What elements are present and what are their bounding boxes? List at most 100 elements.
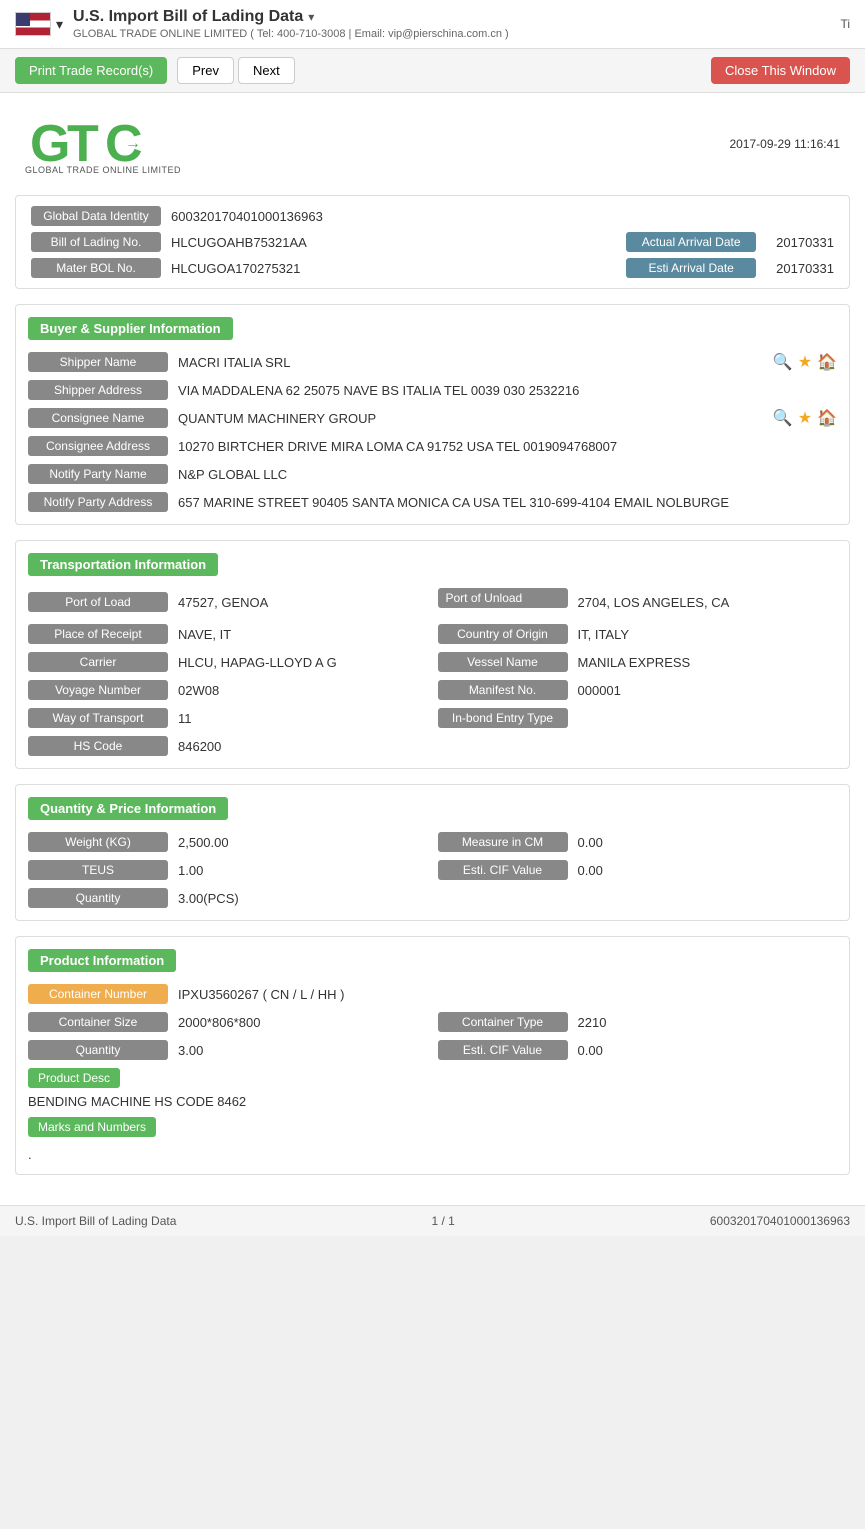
consignee-name-value: QUANTUM MACHINERY GROUP xyxy=(178,411,765,426)
bill-of-lading-row: Bill of Lading No. HLCUGOAHB75321AA Actu… xyxy=(31,232,834,252)
esti-cif-value-value: 0.00 xyxy=(578,863,838,878)
carrier-vessel-row: Carrier HLCU, HAPAG-LLOYD A G Vessel Nam… xyxy=(28,652,837,672)
marks-and-numbers-value: . xyxy=(28,1147,837,1162)
prev-button[interactable]: Prev xyxy=(177,57,234,84)
buyer-supplier-section: Buyer & Supplier Information Shipper Nam… xyxy=(15,304,850,525)
voyage-number-label: Voyage Number xyxy=(28,680,168,700)
port-of-unload-value: 2704, LOS ANGELES, CA xyxy=(578,595,838,610)
product-desc-button[interactable]: Product Desc xyxy=(28,1068,120,1088)
container-number-button[interactable]: Container Number xyxy=(28,984,168,1004)
shipper-name-row: Shipper Name MACRI ITALIA SRL 🔍 ★ 🏠 xyxy=(28,352,837,372)
title-caret-icon[interactable]: ▾ xyxy=(308,10,314,24)
product-desc-area: Product Desc xyxy=(28,1068,837,1094)
esti-cif-col: Esti. CIF Value 0.00 xyxy=(438,860,838,880)
quantity-value: 3.00(PCS) xyxy=(178,891,837,906)
header-subtitle: GLOBAL TRADE ONLINE LIMITED ( Tel: 400-7… xyxy=(73,28,840,40)
shipper-star-icon[interactable]: ★ xyxy=(798,352,812,372)
teus-label: TEUS xyxy=(28,860,168,880)
notify-party-name-value: N&P GLOBAL LLC xyxy=(178,467,837,482)
mater-bol-row: Mater BOL No. HLCUGOA170275321 Esti Arri… xyxy=(31,258,834,278)
shipper-address-value: VIA MADDALENA 62 25075 NAVE BS ITALIA TE… xyxy=(178,383,837,398)
next-button[interactable]: Next xyxy=(238,57,295,84)
global-data-identity-label: Global Data Identity xyxy=(31,206,161,226)
datetime-label: 2017-09-29 11:16:41 xyxy=(729,137,840,151)
container-type-col: Container Type 2210 xyxy=(438,1012,838,1032)
consignee-search-icon[interactable]: 🔍 xyxy=(773,408,793,428)
gto-logo: G T C → GLOBAL TRADE ONLINE LIMITED xyxy=(25,113,181,175)
actual-arrival-date-value: 20170331 xyxy=(776,235,834,250)
teus-cif-row: TEUS 1.00 Esti. CIF Value 0.00 xyxy=(28,860,837,880)
shipper-home-icon[interactable]: 🏠 xyxy=(817,352,837,372)
voyage-manifest-row: Voyage Number 02W08 Manifest No. 000001 xyxy=(28,680,837,700)
consignee-name-row: Consignee Name QUANTUM MACHINERY GROUP 🔍… xyxy=(28,408,837,428)
container-size-col: Container Size 2000*806*800 xyxy=(28,1012,428,1032)
country-of-origin-col: Country of Origin IT, ITALY xyxy=(438,624,838,644)
quantity-price-header: Quantity & Price Information xyxy=(28,797,228,820)
vessel-name-col: Vessel Name MANILA EXPRESS xyxy=(438,652,838,672)
receipt-origin-row: Place of Receipt NAVE, IT Country of Ori… xyxy=(28,624,837,644)
hs-code-value: 846200 xyxy=(178,739,837,754)
manifest-no-label: Manifest No. xyxy=(438,680,568,700)
notify-party-name-row: Notify Party Name N&P GLOBAL LLC xyxy=(28,464,837,484)
in-bond-entry-type-label: In-bond Entry Type xyxy=(438,708,568,728)
consignee-address-label: Consignee Address xyxy=(28,436,168,456)
product-esti-cif-value: 0.00 xyxy=(578,1043,838,1058)
product-esti-cif-label: Esti. CIF Value xyxy=(438,1040,568,1060)
container-size-label: Container Size xyxy=(28,1012,168,1032)
product-information-header: Product Information xyxy=(28,949,176,972)
print-button[interactable]: Print Trade Record(s) xyxy=(15,57,167,84)
buyer-supplier-header: Buyer & Supplier Information xyxy=(28,317,233,340)
measure-in-cm-value: 0.00 xyxy=(578,835,838,850)
close-window-button[interactable]: Close This Window xyxy=(711,57,850,84)
way-of-transport-value: 11 xyxy=(178,711,428,726)
consignee-address-value: 10270 BIRTCHER DRIVE MIRA LOMA CA 91752 … xyxy=(178,439,837,454)
consignee-home-icon[interactable]: 🏠 xyxy=(817,408,837,428)
carrier-col: Carrier HLCU, HAPAG-LLOYD A G xyxy=(28,652,428,672)
esti-arrival-date-label: Esti Arrival Date xyxy=(626,258,756,278)
hs-code-row: HS Code 846200 xyxy=(28,736,837,756)
consignee-address-row: Consignee Address 10270 BIRTCHER DRIVE M… xyxy=(28,436,837,456)
carrier-label: Carrier xyxy=(28,652,168,672)
port-row: Port of Load 47527, GENOA Port of Unload… xyxy=(28,588,837,616)
quantity-price-section: Quantity & Price Information Weight (KG)… xyxy=(15,784,850,921)
weight-measure-row: Weight (KG) 2,500.00 Measure in CM 0.00 xyxy=(28,832,837,852)
toolbar: Print Trade Record(s) Prev Next Close Th… xyxy=(0,49,865,93)
consignee-star-icon[interactable]: ★ xyxy=(798,408,812,428)
mater-bol-value: HLCUGOA170275321 xyxy=(171,261,300,276)
esti-arrival-date-value: 20170331 xyxy=(776,261,834,276)
measure-col: Measure in CM 0.00 xyxy=(438,832,838,852)
actual-arrival-date-label: Actual Arrival Date xyxy=(626,232,756,252)
shipper-search-icon[interactable]: 🔍 xyxy=(773,352,793,372)
logo-area: G T C → GLOBAL TRADE ONLINE LIMITED 2017… xyxy=(15,108,850,180)
product-quantity-label: Quantity xyxy=(28,1040,168,1060)
carrier-value: HLCU, HAPAG-LLOYD A G xyxy=(178,655,428,670)
marks-and-numbers-button[interactable]: Marks and Numbers xyxy=(28,1117,156,1137)
logo-svg: G T C → xyxy=(25,113,165,173)
in-bond-entry-col: In-bond Entry Type xyxy=(438,708,838,728)
identity-section: Global Data Identity 6003201704010001369… xyxy=(15,195,850,289)
bottom-left: U.S. Import Bill of Lading Data xyxy=(15,1214,176,1228)
port-of-load-value: 47527, GENOA xyxy=(178,595,428,610)
top-header: ▾ U.S. Import Bill of Lading Data ▾ GLOB… xyxy=(0,0,865,49)
port-of-load-label: Port of Load xyxy=(28,592,168,612)
product-esti-cif-col: Esti. CIF Value 0.00 xyxy=(438,1040,838,1060)
container-size-type-row: Container Size 2000*806*800 Container Ty… xyxy=(28,1012,837,1032)
weight-kg-label: Weight (KG) xyxy=(28,832,168,852)
main-content: G T C → GLOBAL TRADE ONLINE LIMITED 2017… xyxy=(0,93,865,1205)
esti-cif-value-label: Esti. CIF Value xyxy=(438,860,568,880)
vessel-name-value: MANILA EXPRESS xyxy=(578,655,838,670)
transportation-header: Transportation Information xyxy=(28,553,218,576)
marks-area: Marks and Numbers xyxy=(28,1117,837,1143)
container-number-row: Container Number IPXU3560267 ( CN / L / … xyxy=(28,984,837,1004)
notify-party-name-label: Notify Party Name xyxy=(28,464,168,484)
flag-dropdown[interactable]: ▾ xyxy=(56,16,63,33)
port-of-load-col: Port of Load 47527, GENOA xyxy=(28,592,428,612)
shipper-name-icons: 🔍 ★ 🏠 xyxy=(773,352,837,372)
way-of-transport-label: Way of Transport xyxy=(28,708,168,728)
nav-group: Prev Next xyxy=(177,57,294,84)
page-title: U.S. Import Bill of Lading Data xyxy=(73,8,303,26)
country-of-origin-value: IT, ITALY xyxy=(578,627,838,642)
notify-party-address-row: Notify Party Address 657 MARINE STREET 9… xyxy=(28,492,837,512)
product-desc-text: BENDING MACHINE HS CODE 8462 xyxy=(28,1094,837,1109)
country-of-origin-label: Country of Origin xyxy=(438,624,568,644)
